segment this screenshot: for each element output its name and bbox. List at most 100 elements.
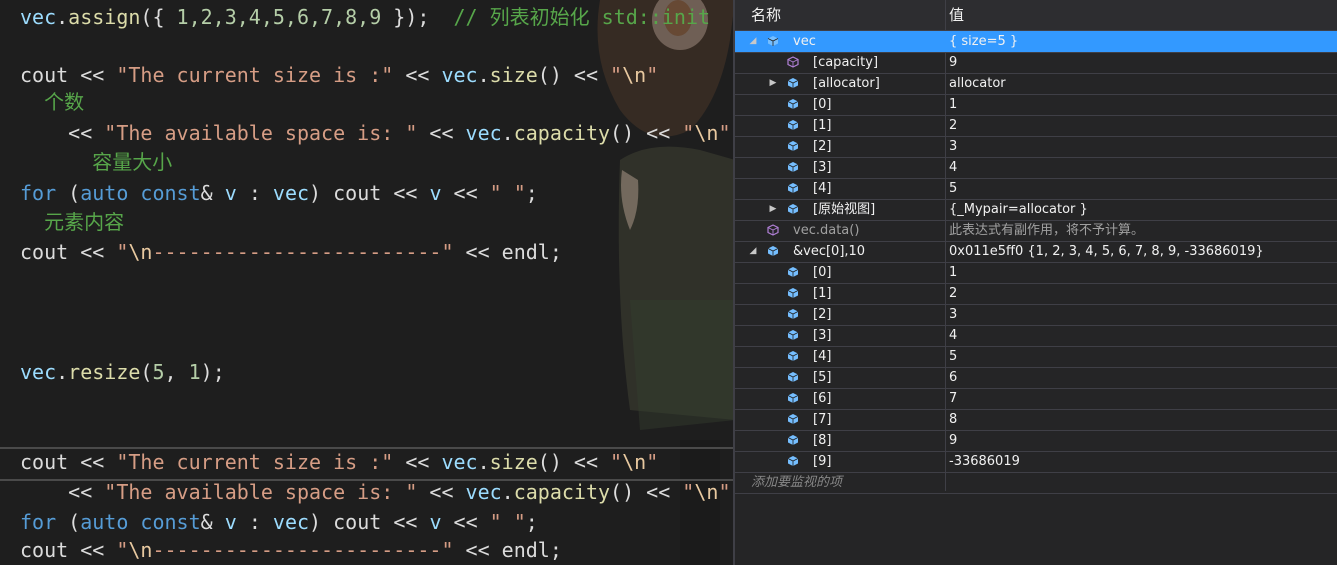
watch-row[interactable]: [2] 3 <box>735 304 1337 326</box>
code-token: vec <box>441 63 478 87</box>
code-token: ); <box>200 360 225 384</box>
watch-item-name: [0] <box>813 97 832 112</box>
code-token: 5 <box>152 360 165 384</box>
code-line[interactable]: for (auto const& v : vec) cout << v << "… <box>20 507 538 537</box>
object-icon <box>787 329 799 341</box>
watch-row[interactable]: [0] 1 <box>735 94 1337 116</box>
code-token: size <box>489 450 538 474</box>
object-icon <box>787 413 799 425</box>
code-token: : <box>236 510 273 534</box>
watch-row[interactable]: ▶ [allocator] allocator <box>735 73 1337 95</box>
object-icon <box>787 77 799 89</box>
object-icon <box>787 287 799 299</box>
watch-row[interactable]: ◢ &vec[0],10 0x011e5ff0 {1, 2, 3, 4, 5, 6,… <box>735 241 1337 263</box>
watch-row[interactable]: [8] 9 <box>735 430 1337 452</box>
code-token: << <box>20 121 105 145</box>
code-token: "The current size is :" <box>116 450 394 474</box>
column-header-name[interactable]: 名称 <box>751 0 781 30</box>
code-token: ( <box>56 510 81 534</box>
code-token: ( <box>56 181 81 205</box>
watch-row[interactable]: [4] 5 <box>735 178 1337 200</box>
code-line[interactable]: << "The available space is: " << vec.cap… <box>20 118 730 148</box>
code-line[interactable]: for (auto const& v : vec) cout << v << "… <box>20 178 538 208</box>
code-token: " <box>718 121 731 145</box>
code-token: cout << <box>20 63 117 87</box>
code-token: vec <box>441 450 478 474</box>
watch-item-name: [3] <box>813 328 832 343</box>
code-editor[interactable]: vec.assign({ 1,2,3,4,5,6,7,8,9 }); // 列表… <box>0 0 733 565</box>
code-token: () << <box>537 450 611 474</box>
code-line[interactable]: cout << "\n------------------------" << … <box>20 535 562 565</box>
collapse-arrow-icon[interactable]: ◢ <box>747 31 759 52</box>
watch-item-name: [4] <box>813 181 832 196</box>
add-watch-item-row[interactable]: 添加要监视的项 <box>735 472 1337 494</box>
code-token: () << <box>537 63 611 87</box>
code-comment-line[interactable]: 元素内容 <box>20 207 124 237</box>
watch-row[interactable]: [5] 6 <box>735 367 1337 389</box>
watch-row[interactable]: ▶ [原始视图] {_Mypair=allocator } <box>735 199 1337 221</box>
object-icon <box>787 308 799 320</box>
code-token: 容量大小 <box>20 150 173 174</box>
code-line[interactable]: vec.assign({ 1,2,3,4,5,6,7,8,9 }); // 列表… <box>20 2 710 32</box>
watch-item-value: -33686019 <box>949 454 1020 469</box>
object-icon <box>787 266 799 278</box>
code-token: \n <box>694 121 719 145</box>
watch-row[interactable]: [4] 5 <box>735 346 1337 368</box>
expand-arrow-icon[interactable]: ▶ <box>767 199 779 220</box>
code-token: " " <box>489 510 526 534</box>
code-token: << <box>417 480 466 504</box>
code-token: \n <box>622 63 647 87</box>
code-line[interactable]: cout << "\n------------------------" << … <box>20 237 562 267</box>
code-token: . <box>501 480 514 504</box>
watch-row[interactable]: [3] 4 <box>735 325 1337 347</box>
watch-row[interactable]: [3] 4 <box>735 157 1337 179</box>
watch-item-name: [6] <box>813 391 832 406</box>
code-token: << endl; <box>453 240 562 264</box>
watch-item-name[interactable]: 添加要监视的项 <box>751 472 842 493</box>
object-icon <box>787 98 799 110</box>
code-token: " <box>116 240 129 264</box>
watch-item-value: 1 <box>949 265 958 280</box>
code-token: << <box>393 63 442 87</box>
watch-row[interactable]: [2] 3 <box>735 136 1337 158</box>
watch-row[interactable]: vec.data() 此表达式有副作用，将不予计算。 <box>735 220 1337 242</box>
code-line[interactable]: cout << "The current size is :" << vec.s… <box>20 60 658 90</box>
code-comment-line[interactable]: 个数 <box>20 87 84 117</box>
expand-arrow-icon[interactable]: ▶ <box>767 73 779 94</box>
watch-row[interactable]: [9] -33686019 <box>735 451 1337 473</box>
watch-row[interactable]: [6] 7 <box>735 388 1337 410</box>
watch-item-value: allocator <box>949 76 1006 91</box>
watch-header: 名称 值 <box>735 0 1337 31</box>
watch-row[interactable]: ◢ vec { size=5 } <box>735 31 1337 53</box>
code-token: " <box>682 121 695 145</box>
code-token: ; <box>525 510 538 534</box>
code-token: v <box>224 510 237 534</box>
code-token: resize <box>68 360 141 384</box>
code-token: v <box>429 510 442 534</box>
watch-row[interactable]: [1] 2 <box>735 283 1337 305</box>
watch-row[interactable]: [capacity] 9 <box>735 52 1337 74</box>
code-line[interactable]: vec.resize(5, 1); <box>20 357 225 387</box>
object-icon <box>767 35 779 47</box>
code-token: : <box>236 181 273 205</box>
code-token: () << <box>610 480 683 504</box>
watch-item-value: 4 <box>949 160 958 175</box>
code-token: 1,2,3,4,5,6,7,8,9 <box>176 5 382 29</box>
code-token: cout << <box>20 538 117 562</box>
code-token: v <box>224 181 237 205</box>
column-header-value[interactable]: 值 <box>949 0 964 30</box>
code-comment-line[interactable]: 容量大小 <box>20 147 172 177</box>
watch-row[interactable]: [1] 2 <box>735 115 1337 137</box>
code-token: auto const <box>80 181 201 205</box>
watch-row[interactable]: [7] 8 <box>735 409 1337 431</box>
object-icon <box>767 245 779 257</box>
watch-window[interactable]: 名称 值 ◢ vec { size=5 } [capacity] 9 ▶ [allocato… <box>733 0 1337 565</box>
code-token: vec <box>20 360 57 384</box>
watch-item-value: 5 <box>949 181 958 196</box>
watch-row[interactable]: [0] 1 <box>735 262 1337 284</box>
code-line[interactable]: cout << "The current size is :" << vec.s… <box>0 447 733 481</box>
watch-item-value: 3 <box>949 139 958 154</box>
code-token: " <box>718 480 731 504</box>
collapse-arrow-icon[interactable]: ◢ <box>747 241 759 262</box>
code-line[interactable]: << "The available space is: " << vec.cap… <box>20 477 730 507</box>
